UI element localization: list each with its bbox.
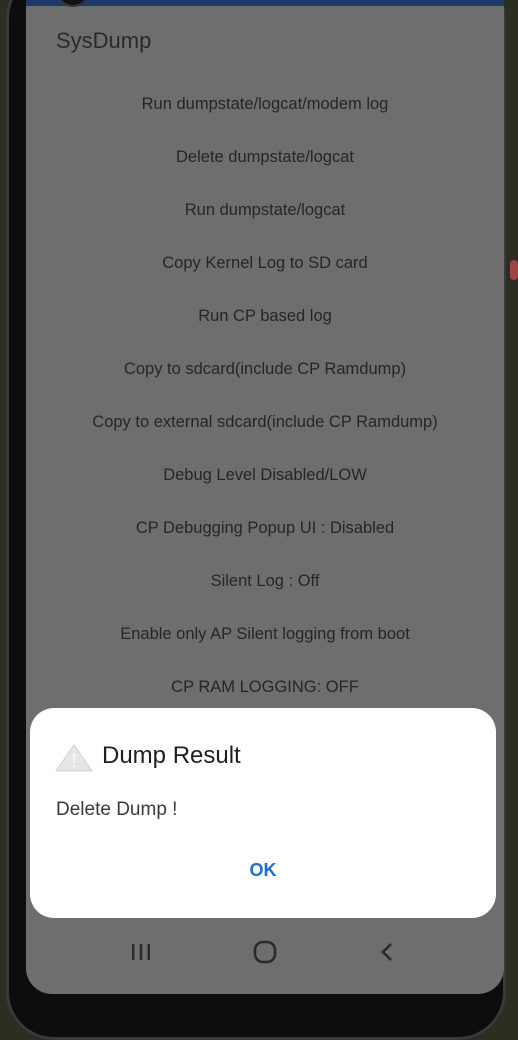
menu-item-debug-level[interactable]: Debug Level Disabled/LOW (26, 449, 504, 502)
menu-item-cp-ram-logging[interactable]: CP RAM LOGGING: OFF (26, 661, 504, 714)
menu-item-run-dumpstate-logcat-modem[interactable]: Run dumpstate/logcat/modem log (26, 78, 504, 131)
menu-item-copy-to-external-sdcard[interactable]: Copy to external sdcard(include CP Ramdu… (26, 396, 504, 449)
screen: ▪ ▬ ● M • ⏰ ✕ ≋ ▁▃▅ ▁▃▅ ▮ SysDump Run du… (26, 0, 504, 994)
home-icon[interactable] (240, 932, 290, 972)
dialog-title: Dump Result (102, 742, 241, 769)
back-icon[interactable] (362, 932, 412, 972)
menu-item-cp-debugging-popup[interactable]: CP Debugging Popup UI : Disabled (26, 502, 504, 555)
frame-side-mark (510, 260, 518, 280)
menu-item-run-dumpstate-logcat[interactable]: Run dumpstate/logcat (26, 184, 504, 237)
ok-button[interactable]: OK (30, 860, 496, 881)
menu-item-ap-silent-logging[interactable]: Enable only AP Silent logging from boot (26, 608, 504, 661)
dump-result-dialog: Dump Result Delete Dump ! OK (30, 708, 496, 918)
status-bar: ▪ ▬ ● M • ⏰ ✕ ≋ ▁▃▅ ▁▃▅ ▮ (26, 0, 504, 6)
warning-icon (55, 744, 93, 772)
navigation-bar (26, 914, 504, 994)
dialog-message: Delete Dump ! (56, 799, 178, 820)
phone-frame: ▪ ▬ ● M • ⏰ ✕ ≋ ▁▃▅ ▁▃▅ ▮ SysDump Run du… (6, 0, 506, 1040)
app-title: SysDump (56, 28, 152, 53)
menu-item-copy-kernel-log[interactable]: Copy Kernel Log to SD card (26, 237, 504, 290)
menu-item-silent-log[interactable]: Silent Log : Off (26, 555, 504, 608)
sysdump-menu: Run dumpstate/logcat/modem log Delete du… (26, 78, 504, 714)
menu-item-run-cp-based-log[interactable]: Run CP based log (26, 290, 504, 343)
menu-item-delete-dumpstate-logcat[interactable]: Delete dumpstate/logcat (26, 131, 504, 184)
menu-item-copy-to-sdcard[interactable]: Copy to sdcard(include CP Ramdump) (26, 343, 504, 396)
recents-icon[interactable] (116, 932, 166, 972)
